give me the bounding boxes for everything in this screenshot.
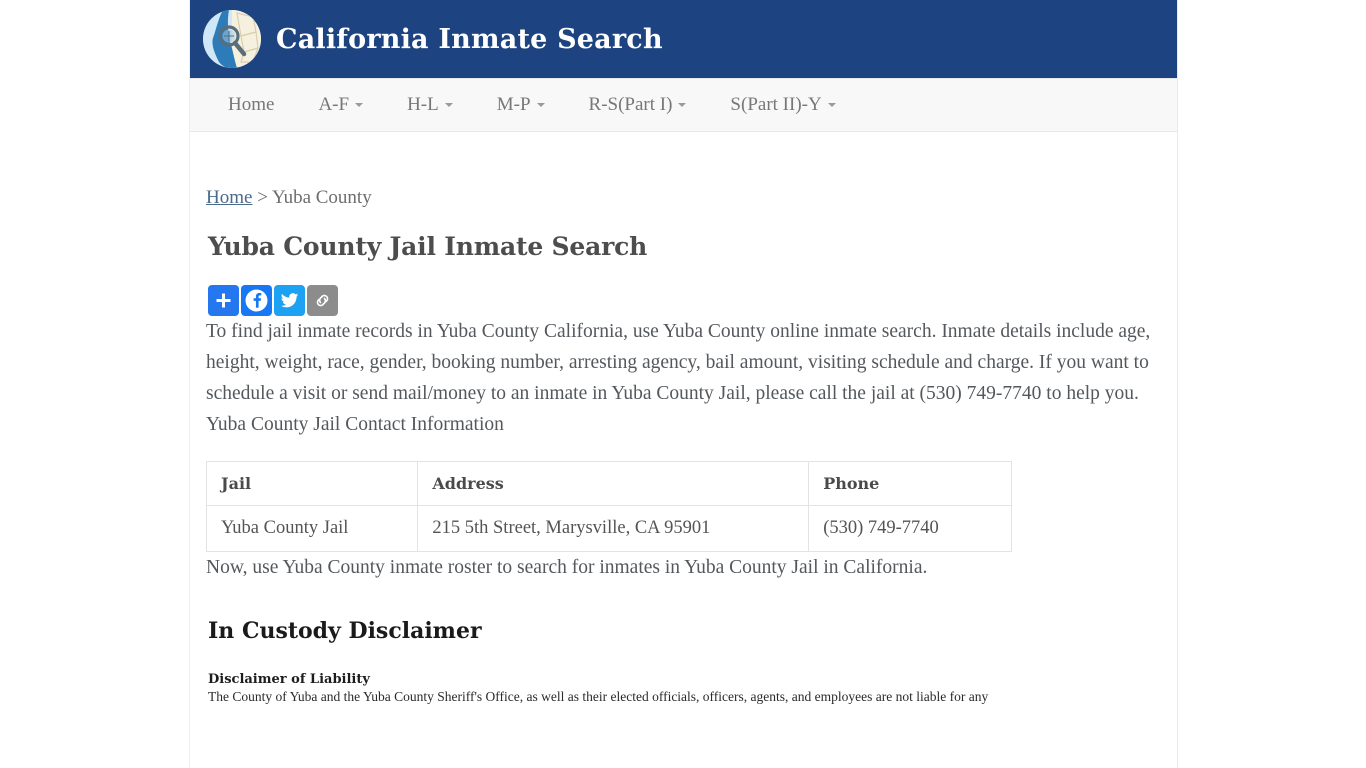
chevron-down-icon	[827, 103, 836, 107]
table-row: Yuba County Jail 215 5th Street, Marysvi…	[205, 505, 1012, 552]
disclaimer-body-text: The County of Yuba and the Yuba County S…	[208, 689, 989, 704]
chevron-down-icon	[444, 103, 453, 107]
main-navigation: Home A-F H-L M-P R-S(Part I) S(Part II)-…	[190, 78, 1177, 132]
disclaimer-subheading: Disclaimer of Liability	[208, 672, 370, 687]
nav-item-label: A-F	[318, 94, 350, 115]
logo-svg	[203, 10, 261, 68]
breadcrumb-current: Yuba County	[271, 187, 372, 208]
nav-item-s-part-2-y[interactable]: S(Part II)-Y	[708, 79, 857, 131]
contact-info-label: Yuba County Jail Contact Information	[206, 414, 504, 435]
nav-item-h-l[interactable]: H-L	[385, 79, 475, 131]
link-chain-icon	[316, 294, 329, 307]
nav-item-r-s-part-1[interactable]: R-S(Part I)	[567, 79, 709, 131]
cell-jail-address: 215 5th Street, Marysville, CA 95901	[417, 505, 810, 552]
disclaimer-heading: In Custody Disclaimer	[208, 618, 482, 644]
content-container: California Inmate Search Home A-F H-L M-…	[189, 0, 1178, 768]
table-header-row: Jail Address Phone	[205, 461, 1012, 506]
nav-item-home[interactable]: Home	[206, 79, 296, 131]
share-buttons	[208, 285, 1161, 316]
column-header-phone: Phone	[808, 461, 1012, 506]
roster-paragraph: Now, use Yuba County inmate roster to se…	[206, 557, 928, 578]
column-header-jail: Jail	[205, 461, 419, 506]
nav-item-label: R-S(Part I)	[588, 94, 673, 115]
site-title: California Inmate Search	[276, 23, 663, 55]
breadcrumb: Home > Yuba County	[206, 132, 1161, 207]
facebook-icon	[245, 289, 268, 312]
table-head: Jail Address Phone	[205, 461, 1012, 506]
contact-information-table: Jail Address Phone Yuba County Jail 215 …	[205, 461, 1012, 552]
page: California Inmate Search Home A-F H-L M-…	[0, 0, 1366, 768]
copy-link-button[interactable]	[307, 285, 338, 316]
column-header-address: Address	[417, 461, 810, 506]
site-header: California Inmate Search	[190, 0, 1177, 78]
cell-jail-name: Yuba County Jail	[205, 505, 419, 552]
main-content: Home > Yuba County Yuba County Jail Inma…	[190, 132, 1177, 705]
nav-item-label: S(Part II)-Y	[730, 94, 822, 115]
california-map-magnifier-icon[interactable]	[203, 10, 261, 68]
intro-paragraph: To find jail inmate records in Yuba Coun…	[206, 321, 1151, 404]
breadcrumb-home-link[interactable]: Home	[206, 187, 252, 208]
twitter-icon	[280, 293, 299, 308]
twitter-share-button[interactable]	[274, 285, 305, 316]
plus-icon	[216, 293, 231, 308]
chevron-down-icon	[355, 103, 364, 107]
nav-item-label: H-L	[407, 94, 439, 115]
breadcrumb-separator: >	[252, 187, 272, 208]
addthis-share-button[interactable]	[208, 285, 239, 316]
nav-item-label: M-P	[496, 94, 531, 115]
cell-jail-phone: (530) 749-7740	[808, 505, 1012, 552]
chevron-down-icon	[678, 103, 687, 107]
nav-item-label: Home	[228, 94, 275, 115]
nav-item-a-f[interactable]: A-F	[296, 79, 385, 131]
table-body: Yuba County Jail 215 5th Street, Marysvi…	[205, 505, 1012, 552]
facebook-share-button[interactable]	[241, 285, 272, 316]
nav-item-m-p[interactable]: M-P	[475, 79, 567, 131]
chevron-down-icon	[536, 103, 545, 107]
page-title: Yuba County Jail Inmate Search	[208, 232, 648, 261]
